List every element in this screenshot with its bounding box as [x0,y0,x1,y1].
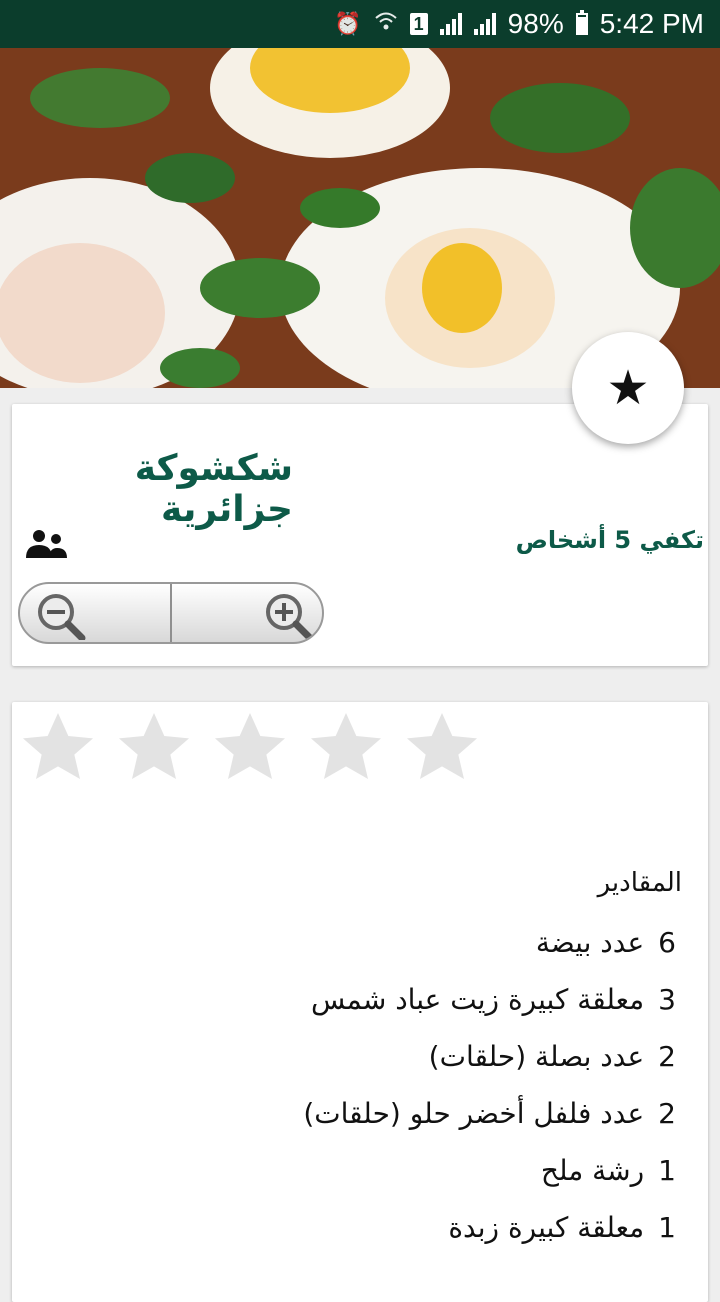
ingredients-card: المقادير 6 عدد بيضة 3 معلقة كبيرة زيت عباد… [12,702,708,1302]
increase-servings-button[interactable] [170,584,322,642]
rating-bar[interactable] [18,708,482,788]
people-icon [26,530,67,558]
ingredient-qty: 2 [658,1097,676,1130]
signal-icon [439,13,462,35]
rating-star-icon[interactable] [114,708,194,788]
ingredient-qty: 3 [658,983,676,1016]
list-item: 2 عدد فلفل أخضر حلو (حلقات) [303,1085,676,1142]
ingredient-qty: 2 [658,1040,676,1073]
favorite-button[interactable]: ★ [572,332,684,444]
recipe-title: شكشوكة جزائرية [134,448,293,530]
rating-star-icon[interactable] [18,708,98,788]
recipe-header-card: شكشوكة جزائرية تكفي 5 أشخاص [12,404,708,666]
ingredients-heading: المقادير [597,868,682,898]
rating-star-icon[interactable] [306,708,386,788]
list-item: 1 رشة ملح [303,1142,676,1199]
list-item: 1 معلقة كبيرة زبدة [303,1199,676,1256]
signal-icon [473,13,496,35]
list-item: 3 معلقة كبيرة زيت عباد شمس [303,971,676,1028]
clock: 5:42 PM [599,8,704,39]
battery-icon [575,10,588,35]
rating-star-icon[interactable] [210,708,290,788]
ingredient-qty: 1 [658,1154,676,1187]
sim-icon: 1 [409,13,428,35]
alarm-icon: ⏰ [334,11,362,36]
wifi-icon [374,10,398,38]
status-bar: ⏰ 1 98% 5:42 PM [0,0,720,48]
decrease-servings-button[interactable] [20,584,170,642]
ingredient-text: رشة ملح [540,1154,645,1187]
ingredient-text: عدد بصلة (حلقات) [428,1040,645,1073]
star-icon: ★ [606,360,650,416]
ingredients-list: 6 عدد بيضة 3 معلقة كبيرة زيت عباد شمس 2 عدد… [303,914,676,1256]
zoom-in-icon [266,594,314,640]
ingredient-text: عدد بيضة [535,926,645,959]
list-item: 6 عدد بيضة [303,914,676,971]
ingredient-qty: 1 [658,1211,676,1244]
servings-zoom-control [18,582,324,644]
zoom-out-icon [38,594,86,640]
battery-percent: 98% [507,8,564,39]
servings-text: تكفي 5 أشخاص [515,526,704,554]
ingredient-qty: 6 [658,926,676,959]
ingredient-text: عدد فلفل أخضر حلو (حلقات) [303,1097,645,1130]
ingredient-text: معلقة كبيرة زبدة [448,1211,645,1244]
ingredient-text: معلقة كبيرة زيت عباد شمس [310,983,645,1016]
list-item: 2 عدد بصلة (حلقات) [303,1028,676,1085]
rating-star-icon[interactable] [402,708,482,788]
